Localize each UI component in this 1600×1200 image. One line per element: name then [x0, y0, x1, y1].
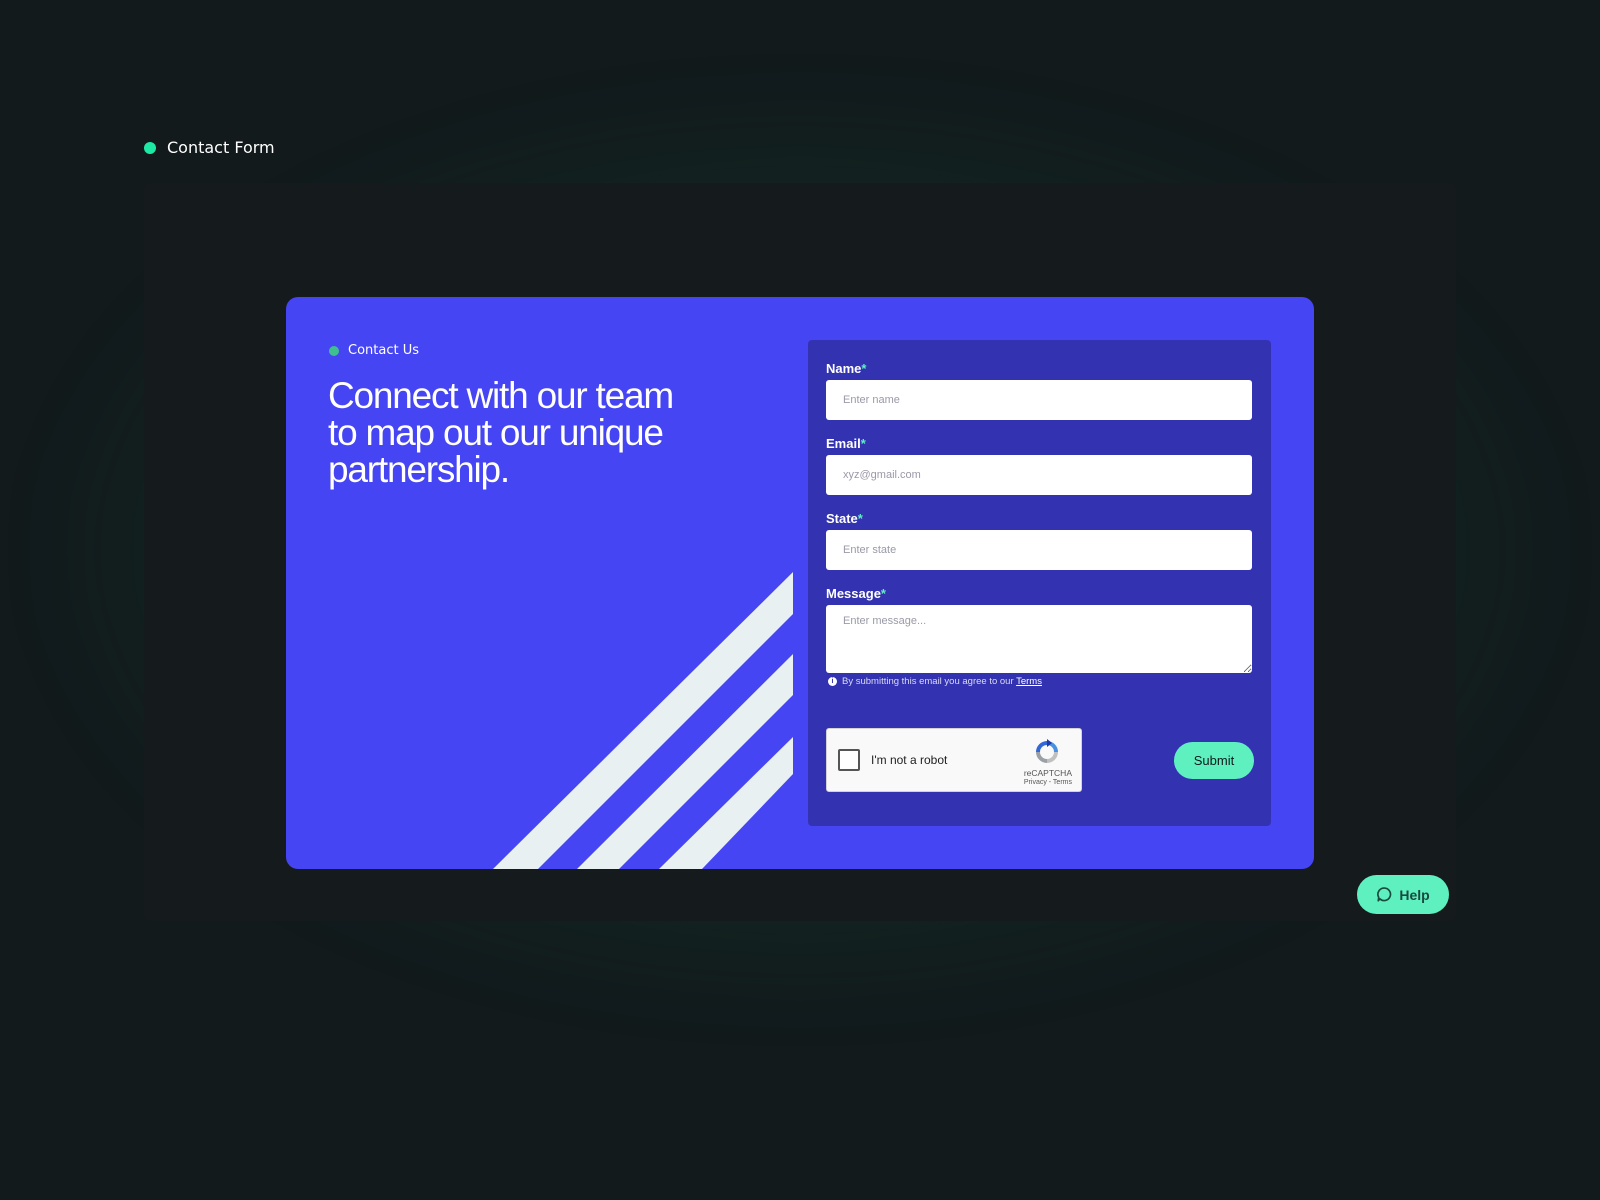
- email-label: Email*: [826, 436, 866, 451]
- required-mark: *: [861, 361, 867, 376]
- green-dot-icon: [144, 141, 156, 154]
- state-input[interactable]: [826, 530, 1252, 570]
- disclaimer-text: By submitting this email you agree to ou…: [842, 676, 1042, 687]
- contact-card: Contact Us Connect with our team to map …: [286, 297, 1314, 869]
- name-input[interactable]: [826, 380, 1252, 420]
- message-textarea[interactable]: [826, 605, 1252, 673]
- page: Contact Form Contact Us Connect with our…: [0, 0, 1600, 1200]
- required-mark: *: [857, 511, 863, 526]
- eyebrow: Contact Us: [329, 343, 419, 358]
- recaptcha-links[interactable]: Privacy - Terms: [1024, 779, 1072, 786]
- green-dot-icon: [329, 345, 339, 356]
- terms-disclaimer: i By submitting this email you agree to …: [828, 676, 1042, 687]
- recaptcha-logo-icon: [1036, 739, 1058, 763]
- message-label: Message*: [826, 586, 886, 601]
- required-mark: *: [860, 436, 866, 451]
- recaptcha-checkbox[interactable]: [838, 749, 860, 771]
- email-input[interactable]: [826, 455, 1252, 495]
- section-label: Contact Form: [144, 138, 275, 157]
- state-label: State*: [826, 511, 863, 526]
- chat-bubble-icon: [1377, 887, 1392, 902]
- name-label: Name*: [826, 361, 867, 376]
- headline: Connect with our team to map out our uni…: [328, 375, 674, 490]
- required-mark: *: [880, 586, 886, 601]
- recaptcha-brand: reCAPTCHA: [1023, 768, 1072, 778]
- submit-button[interactable]: Submit: [1174, 742, 1254, 779]
- recaptcha-label: I'm not a robot: [871, 753, 948, 767]
- section-title: Contact Form: [167, 138, 275, 157]
- contact-form: Name* Email* State* Message* i By submit…: [808, 340, 1271, 826]
- help-button[interactable]: Help: [1357, 875, 1449, 914]
- recaptcha-widget: I'm not a robot reCAPTCHA Privacy - Term…: [826, 728, 1082, 792]
- terms-link[interactable]: Terms: [1016, 676, 1042, 687]
- info-icon: i: [828, 677, 837, 686]
- eyebrow-label: Contact Us: [348, 343, 419, 358]
- help-label: Help: [1399, 886, 1430, 903]
